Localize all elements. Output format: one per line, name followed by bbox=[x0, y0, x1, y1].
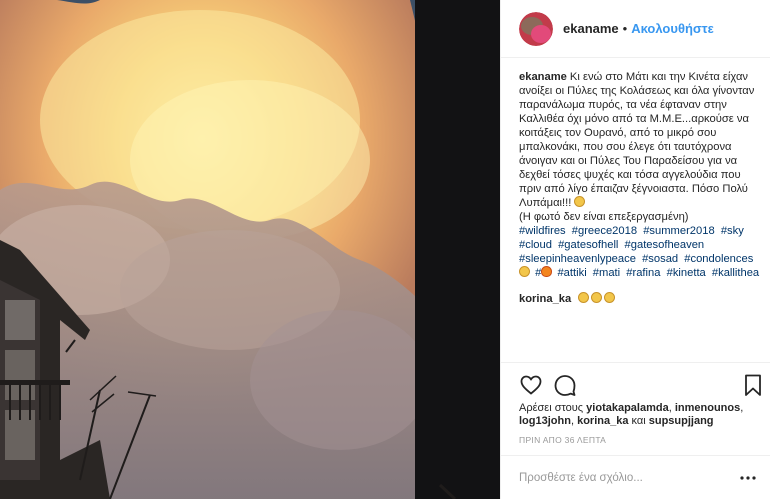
avatar[interactable] bbox=[519, 11, 553, 46]
sad-face-emoji-icon bbox=[519, 266, 530, 277]
hashtag[interactable]: #gatesofhell bbox=[558, 239, 618, 251]
hashtag[interactable]: #kallithea bbox=[712, 267, 759, 279]
post-sidebar: ekaname • Ακολουθήστε ekaname Κι ενώ στο … bbox=[500, 0, 770, 499]
sad-face-emoji-icon bbox=[574, 196, 586, 207]
add-comment-input[interactable] bbox=[519, 468, 719, 488]
fire-emoji-icon bbox=[541, 266, 553, 277]
likes-line: Αρέσει στους yiotakapalamda, inmenounos,… bbox=[519, 402, 744, 427]
hashtag[interactable]: #greece2018 bbox=[572, 225, 637, 237]
hashtag[interactable]: #sleepinheavenlypeace bbox=[519, 253, 636, 265]
follow-button[interactable]: Ακολουθήστε bbox=[631, 21, 714, 36]
sad-face-emoji-icon bbox=[604, 292, 616, 303]
header-separator: • bbox=[622, 21, 628, 36]
caption: ekaname Κι ενώ στο Μάτι και την Κινέτα εί… bbox=[519, 70, 763, 280]
hashtag[interactable]: #condolences bbox=[684, 253, 753, 265]
hashtag[interactable]: #summer2018 bbox=[643, 225, 715, 237]
hashtag[interactable]: #kinetta bbox=[667, 267, 706, 279]
avatar-image bbox=[519, 11, 553, 46]
comment-username[interactable]: korina_ka bbox=[519, 293, 571, 305]
liker-username[interactable]: supsupjjang bbox=[649, 415, 714, 427]
hashtag[interactable]: #cloud bbox=[519, 239, 552, 251]
comment-icon[interactable] bbox=[553, 373, 577, 397]
hashtag[interactable]: #mati bbox=[593, 267, 620, 279]
sad-face-emoji-icon bbox=[591, 292, 603, 303]
liker-username[interactable]: inmenounos bbox=[675, 402, 740, 414]
header-username[interactable]: ekaname bbox=[563, 21, 619, 36]
hashtag[interactable]: #rafina bbox=[626, 267, 660, 279]
liker-username[interactable]: log13john bbox=[519, 415, 571, 427]
comments-list: ekaname Κι ενώ στο Μάτι και την Κινέτα εί… bbox=[519, 70, 763, 306]
heart-icon[interactable] bbox=[519, 373, 543, 397]
action-bar bbox=[501, 362, 770, 402]
post-header: ekaname • Ακολουθήστε bbox=[501, 0, 770, 58]
sunset-clouds-image bbox=[0, 0, 500, 499]
more-options-icon[interactable] bbox=[739, 470, 757, 486]
post-photo[interactable] bbox=[0, 0, 500, 499]
caption-note: (Η φωτό δεν είναι επεξεργασμένη) bbox=[519, 211, 689, 223]
hashtag[interactable]: #gatesofheaven bbox=[625, 239, 705, 251]
liker-username[interactable]: yiotakapalamda bbox=[586, 402, 669, 414]
post-timestamp[interactable]: ΠΡΙΝ ΑΠΟ 36 ΛΕΠΤΑ bbox=[519, 435, 606, 445]
hashtag[interactable]: #sosad bbox=[642, 253, 678, 265]
caption-username[interactable]: ekaname bbox=[519, 71, 567, 83]
likes-prefix: Αρέσει στους bbox=[519, 402, 584, 414]
likes-connector: και bbox=[631, 415, 646, 427]
hashtag[interactable]: #wildfires bbox=[519, 225, 566, 237]
liker-username[interactable]: korina_ka bbox=[577, 415, 628, 427]
add-comment-bar bbox=[501, 455, 770, 499]
hashtag-list: #wildfires #greece2018 #summer2018 #sky … bbox=[519, 224, 763, 280]
bookmark-icon[interactable] bbox=[741, 373, 765, 397]
caption-text: Κι ενώ στο Μάτι και την Κινέτα είχαν ανο… bbox=[519, 71, 758, 209]
hashtag[interactable]: #attiki bbox=[557, 267, 586, 279]
comment-item: korina_ka bbox=[519, 292, 763, 306]
sad-face-emoji-icon bbox=[578, 292, 590, 303]
hashtag[interactable]: #sky bbox=[721, 225, 744, 237]
